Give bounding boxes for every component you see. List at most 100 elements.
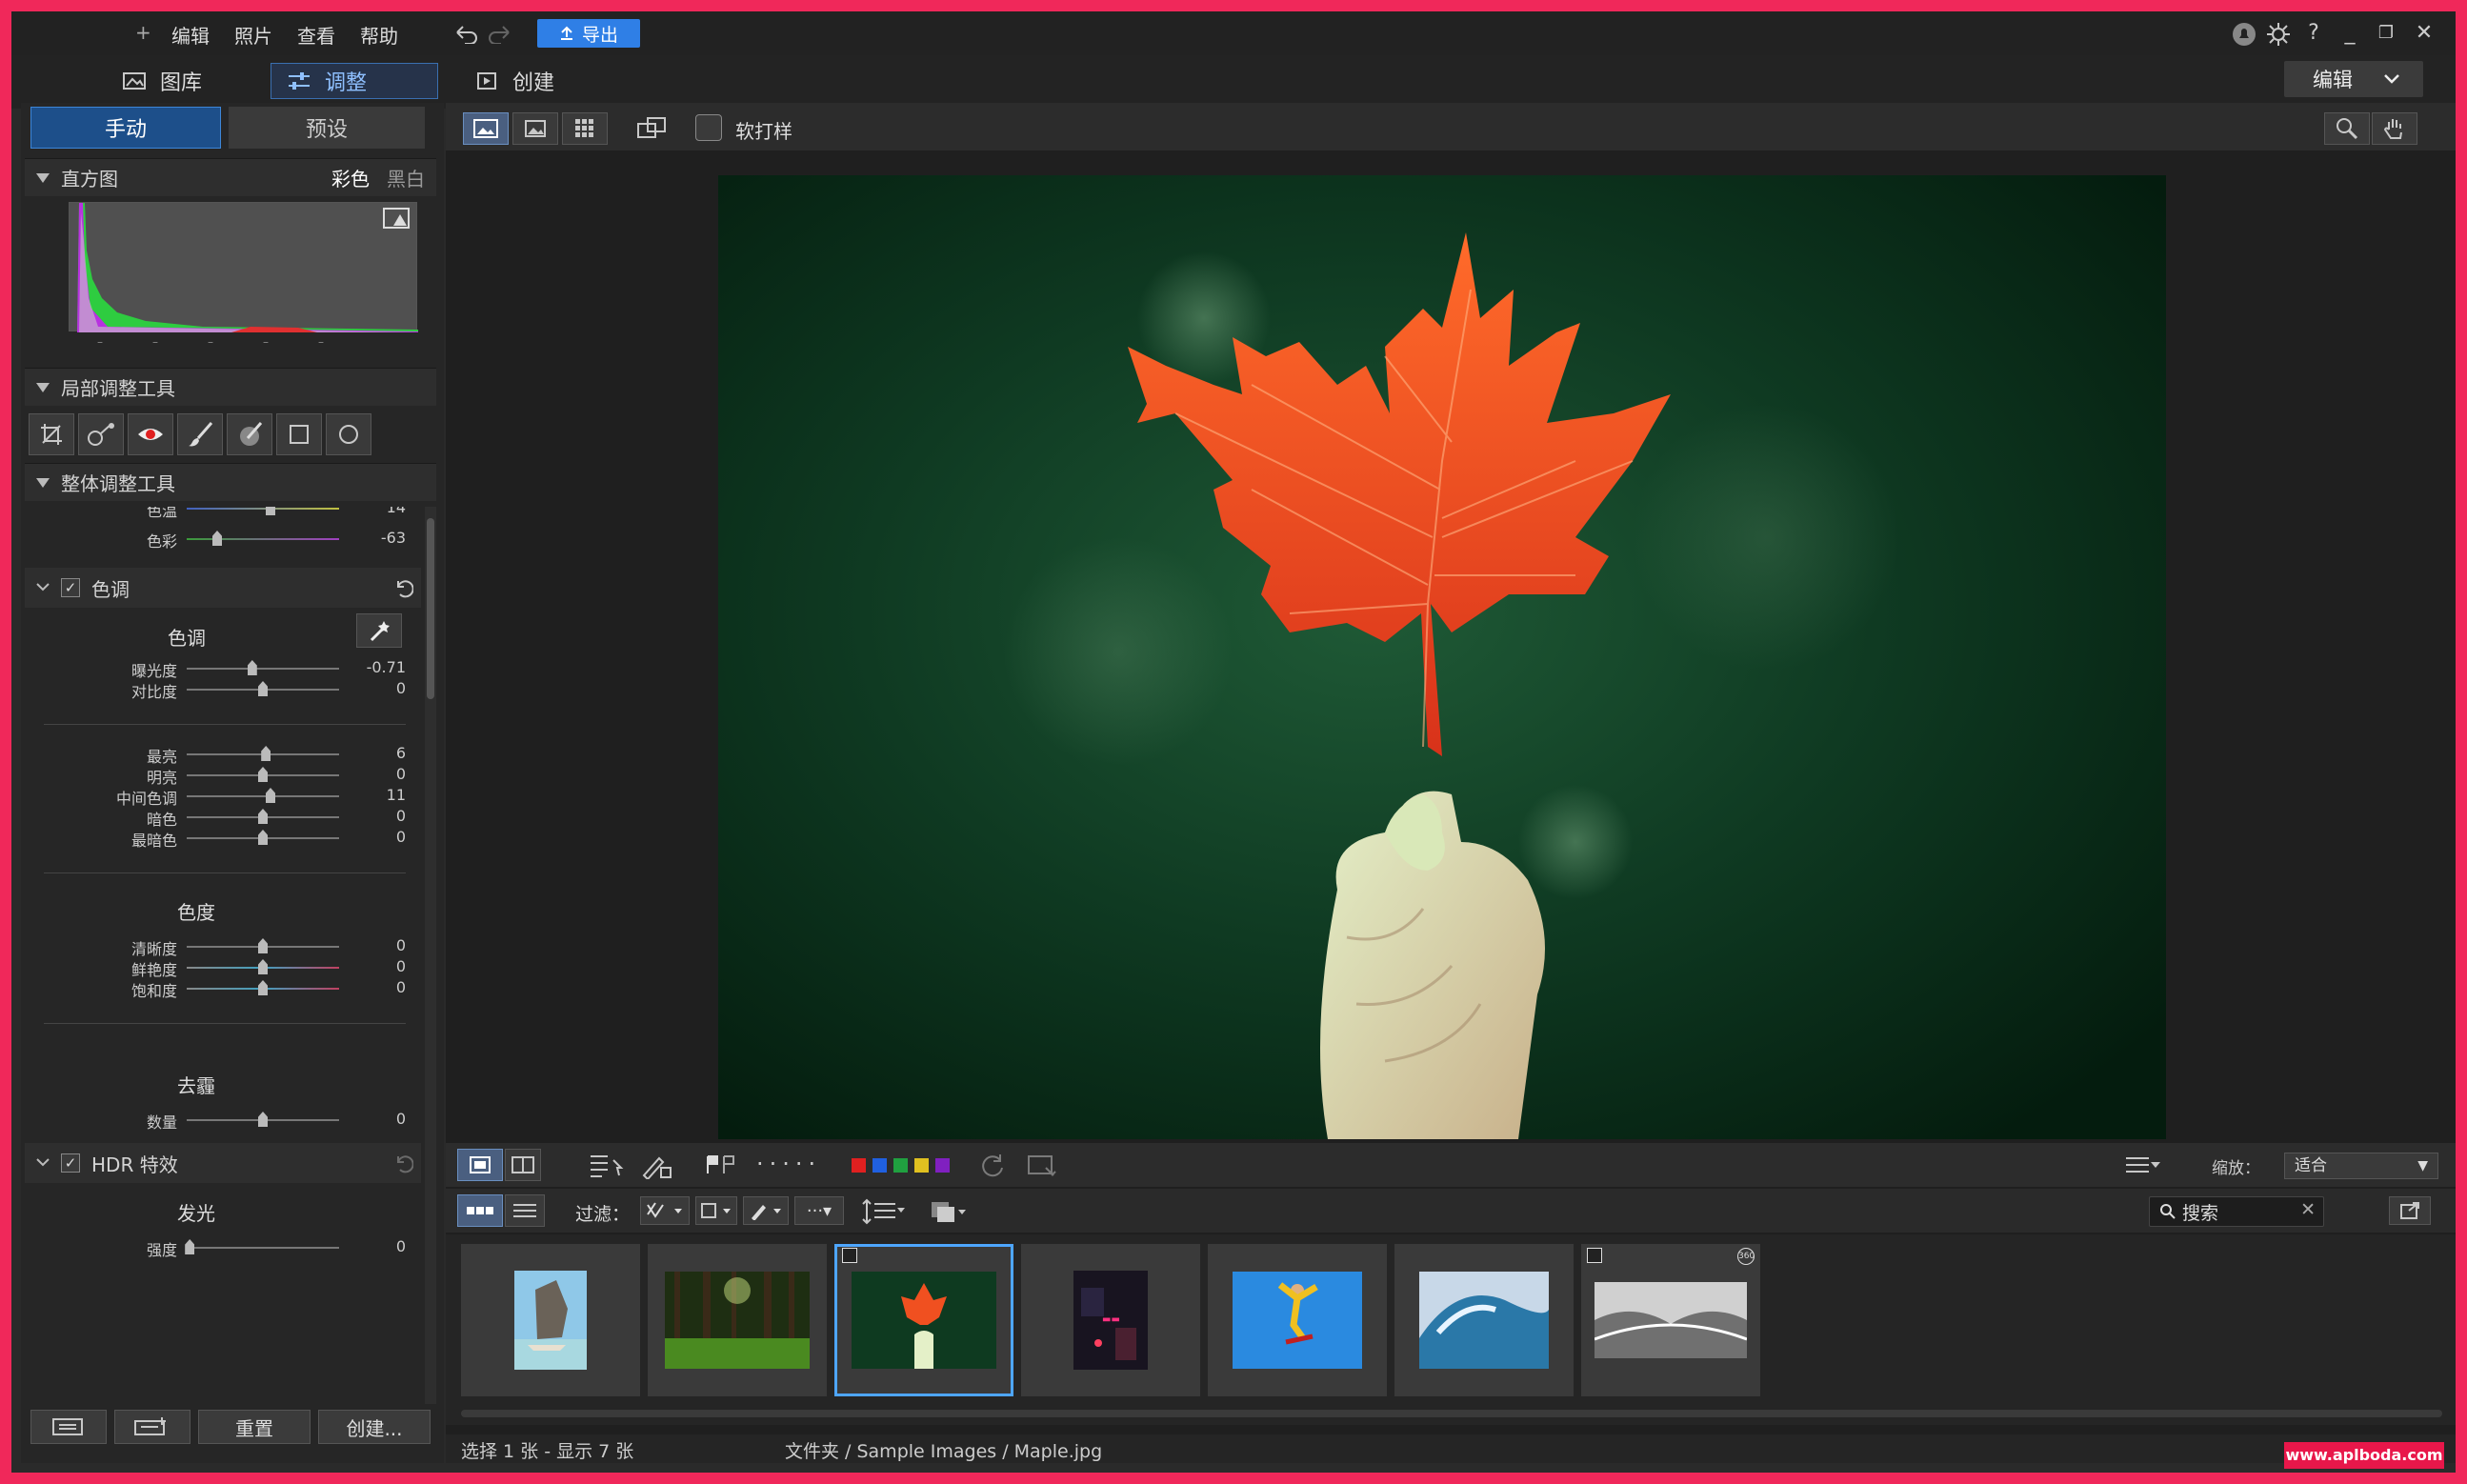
slider-handle[interactable]	[258, 959, 268, 974]
label-red[interactable]	[852, 1158, 866, 1173]
rotate-icon[interactable]	[979, 1153, 1006, 1179]
slider-row[interactable]: 最暗色 0	[25, 825, 415, 850]
sort-options-icon[interactable]	[2124, 1153, 2162, 1177]
scrollbar-thumb[interactable]	[427, 518, 434, 699]
mode-library[interactable]: 图库	[107, 63, 217, 99]
slider-row[interactable]: 对比度 0	[25, 676, 415, 701]
slider-handle[interactable]	[258, 980, 268, 995]
compare-layout-button[interactable]	[505, 1149, 541, 1181]
slider-handle[interactable]	[185, 1239, 195, 1254]
thumbnail[interactable]: 360	[1581, 1244, 1760, 1396]
filter-rating-dropdown[interactable]: ···▾	[794, 1196, 844, 1225]
filmstrip-layout-button[interactable]	[457, 1149, 503, 1181]
slider-row[interactable]: 色温 14	[25, 507, 415, 520]
mode-create[interactable]: 创建	[459, 63, 570, 99]
clear-search-icon[interactable]: ✕	[2300, 1199, 2316, 1220]
hdr-section-header[interactable]: ✓ HDR 特效	[25, 1143, 421, 1183]
panel-scrollbar[interactable]	[425, 507, 436, 1404]
slider-track[interactable]	[187, 538, 339, 540]
label-purple[interactable]	[935, 1158, 950, 1173]
single-view-button[interactable]	[463, 112, 509, 145]
redo-icon[interactable]	[488, 23, 512, 44]
filter-flag-dropdown[interactable]	[640, 1196, 690, 1225]
thumbnail-view-button[interactable]	[457, 1194, 503, 1227]
tone-enable-checkbox[interactable]: ✓	[61, 578, 80, 597]
label-blue[interactable]	[872, 1158, 887, 1173]
metadata-icon[interactable]	[589, 1153, 627, 1179]
reset-button[interactable]: 重置	[198, 1410, 311, 1444]
slider-handle[interactable]	[247, 660, 257, 675]
sort-order-icon[interactable]	[861, 1198, 905, 1225]
gradient-brush-tool[interactable]	[227, 413, 272, 455]
hdr-enable-checkbox[interactable]: ✓	[61, 1153, 80, 1173]
undo-icon[interactable]	[453, 23, 478, 44]
compare-icon[interactable]	[1027, 1153, 1061, 1179]
crop-tool[interactable]	[29, 413, 74, 455]
minimize-icon[interactable]: _	[2336, 19, 2364, 48]
paste-settings-button[interactable]	[114, 1410, 191, 1444]
filter-edit-dropdown[interactable]	[743, 1196, 789, 1225]
circle-mask-tool[interactable]	[326, 413, 371, 455]
open-external-button[interactable]	[2389, 1196, 2431, 1225]
label-green[interactable]	[893, 1158, 908, 1173]
export-button[interactable]: 导出	[537, 19, 640, 48]
slider-track[interactable]	[187, 795, 339, 797]
thumbnail[interactable]	[648, 1244, 827, 1396]
adjust-scroll-area[interactable]: 色温 14 色彩 -63 ✓ 色调 色调 曝光度 -0.71 对比度 0 最亮 6 明亮 0…	[25, 507, 421, 1404]
slider-track[interactable]	[187, 1247, 339, 1249]
slider-track[interactable]	[187, 668, 339, 670]
thumbnail-selected[interactable]	[834, 1244, 1013, 1396]
filter-label-dropdown[interactable]	[695, 1196, 737, 1225]
slider-handle[interactable]	[212, 531, 222, 546]
notification-icon[interactable]	[2231, 21, 2257, 48]
slider-row[interactable]: 数量 0	[25, 1107, 415, 1132]
slider-handle[interactable]	[266, 507, 275, 515]
local-tools-header[interactable]: 局部调整工具	[25, 368, 436, 406]
fullscreen-view-button[interactable]	[512, 112, 558, 145]
slider-handle[interactable]	[258, 1112, 268, 1127]
settings-icon[interactable]	[2265, 21, 2292, 48]
clip-warning-icon[interactable]	[383, 208, 410, 229]
compare-swap-icon[interactable]	[636, 114, 669, 141]
restore-icon[interactable]: ❐	[2372, 19, 2400, 48]
histogram-header[interactable]: 直方图 彩色 黑白	[25, 158, 436, 196]
menu-help[interactable]: 帮助	[360, 21, 398, 49]
histogram-color-toggle[interactable]: 彩色	[331, 164, 370, 191]
thumbnail[interactable]	[1394, 1244, 1574, 1396]
slider-handle[interactable]	[261, 746, 271, 761]
main-photo[interactable]	[718, 175, 2166, 1139]
tone-section-header[interactable]: ✓ 色调	[25, 568, 421, 608]
label-yellow[interactable]	[914, 1158, 929, 1173]
auto-tone-button[interactable]	[356, 613, 402, 648]
flag-icons[interactable]	[705, 1154, 739, 1175]
slider-handle[interactable]	[258, 681, 268, 696]
reset-section-icon[interactable]	[392, 1153, 413, 1173]
add-icon[interactable]: +	[135, 21, 151, 44]
pan-tool-button[interactable]	[2372, 112, 2417, 145]
histogram-bw-toggle[interactable]: 黑白	[387, 164, 425, 191]
slider-track[interactable]	[187, 508, 339, 510]
copy-settings-button[interactable]	[30, 1410, 107, 1444]
create-preset-button[interactable]: 创建...	[318, 1410, 431, 1444]
edit-mode-dropdown[interactable]: 编辑	[2284, 61, 2423, 97]
spot-removal-tool[interactable]	[78, 413, 124, 455]
rect-mask-tool[interactable]	[276, 413, 322, 455]
tab-preset[interactable]: 预设	[229, 107, 425, 149]
close-icon[interactable]: ✕	[2410, 19, 2438, 48]
slider-row[interactable]: 强度 0	[25, 1234, 415, 1259]
edit-pen-icon[interactable]	[640, 1153, 672, 1179]
slider-handle[interactable]	[258, 830, 268, 845]
mode-adjust[interactable]: 调整	[271, 63, 438, 99]
softproof-checkbox[interactable]	[695, 114, 722, 141]
global-tools-header[interactable]: 整体调整工具	[25, 463, 436, 501]
thumbnail[interactable]	[461, 1244, 640, 1396]
slider-handle[interactable]	[266, 788, 275, 803]
thumbnail[interactable]	[1208, 1244, 1387, 1396]
slider-row[interactable]: 色彩 -63	[25, 526, 415, 551]
help-icon[interactable]: ?	[2299, 19, 2328, 48]
red-eye-tool[interactable]	[128, 413, 173, 455]
thumbnail[interactable]: ▬▬	[1021, 1244, 1200, 1396]
brush-tool[interactable]	[177, 413, 223, 455]
search-field[interactable]: 搜索 ✕	[2149, 1196, 2324, 1227]
menu-view[interactable]: 查看	[297, 21, 335, 49]
